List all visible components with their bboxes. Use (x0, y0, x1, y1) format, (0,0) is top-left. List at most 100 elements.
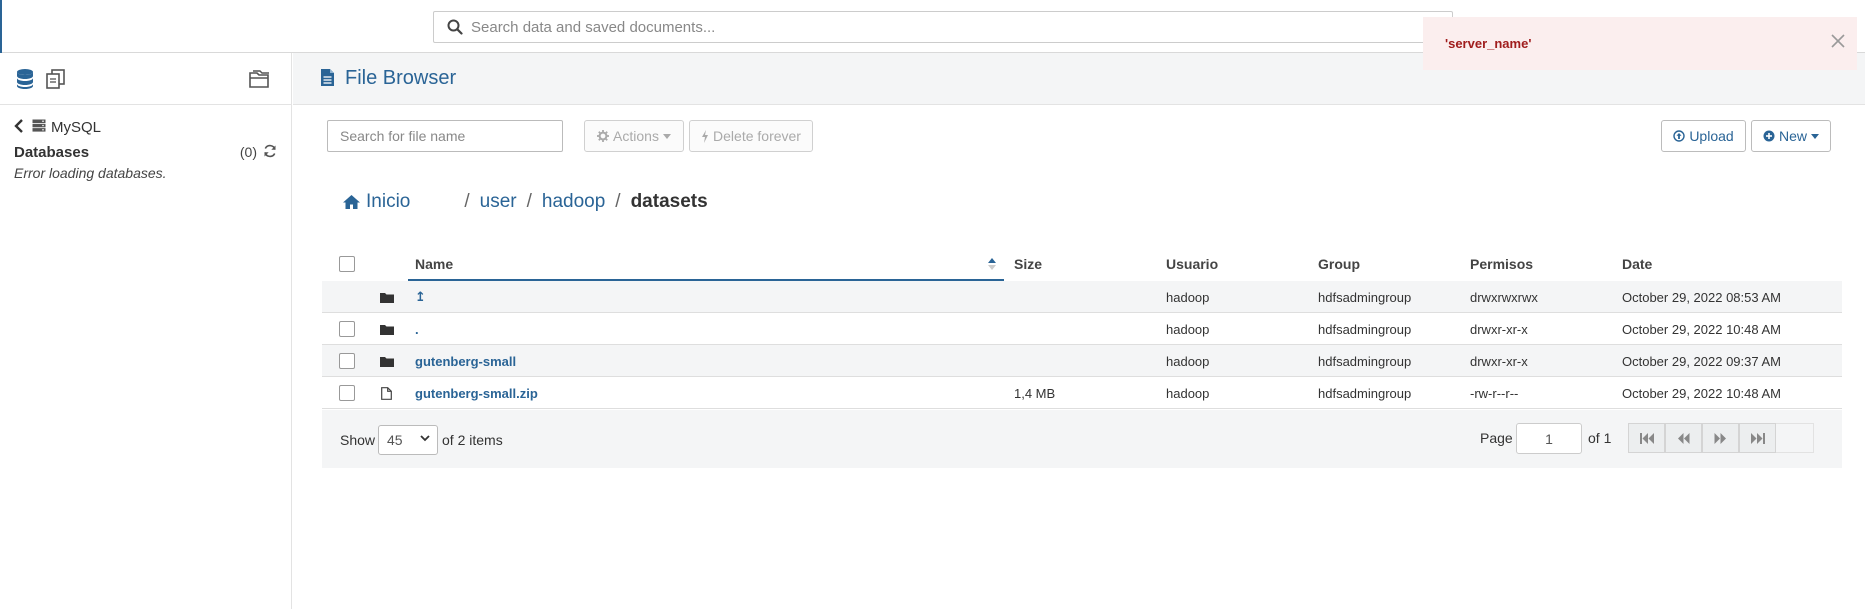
row-user: hadoop (1166, 289, 1210, 305)
row-date: October 29, 2022 08:53 AM (1622, 289, 1781, 305)
select-all-checkbox[interactable] (339, 248, 355, 280)
breadcrumb-home-link[interactable]: Inicio (343, 191, 410, 213)
total-pages: of 1 (1588, 430, 1612, 446)
database-icon[interactable] (13, 67, 37, 91)
table-footer: Show 45 of 2 items Page 1 of 1 (322, 410, 1842, 468)
back-to-mysql-link[interactable]: MySQL (14, 115, 277, 139)
row-group: hdfsadmingroup (1318, 385, 1412, 401)
row-user: hadoop (1166, 321, 1210, 337)
delete-forever-button[interactable]: Delete forever (689, 120, 813, 152)
row-date: October 29, 2022 09:37 AM (1622, 353, 1781, 369)
row-group: hdfsadmingroup (1318, 289, 1412, 305)
breadcrumb-separator: / (464, 191, 470, 212)
breadcrumb-separator: / (615, 191, 621, 212)
close-icon[interactable] (1827, 30, 1849, 52)
first-page-button[interactable] (1628, 423, 1665, 453)
upload-label: Upload (1689, 128, 1734, 144)
error-toast: 'server_name' (1423, 17, 1857, 70)
row-checkbox[interactable] (339, 345, 355, 377)
sort-ascending-icon[interactable] (988, 248, 996, 280)
page-label: Page (1480, 430, 1513, 446)
databases-count-area: (0) (240, 144, 277, 161)
chevron-left-icon (14, 118, 24, 136)
column-header-date[interactable]: Date (1622, 248, 1652, 280)
column-header-user[interactable]: Usuario (1166, 248, 1218, 280)
row-permissions: drwxr-xr-x (1470, 353, 1528, 369)
row-name[interactable]: gutenberg-small (415, 345, 516, 377)
actions-label: Actions (613, 128, 659, 144)
global-search-input[interactable]: Search data and saved documents... (433, 11, 1453, 43)
table-row[interactable]: gutenberg-small hadoop hdfsadmingroup dr… (322, 345, 1842, 377)
delete-forever-label: Delete forever (713, 128, 801, 144)
column-header-name[interactable]: Name (415, 248, 453, 280)
breadcrumb-hadoop-link[interactable]: hadoop (542, 191, 605, 213)
breadcrumb-current: datasets (630, 191, 708, 212)
server-icon (32, 119, 46, 136)
file-icon (381, 377, 392, 409)
actions-dropdown-button[interactable]: Actions (584, 120, 684, 152)
document-icon (320, 68, 335, 90)
back-label: MySQL (51, 118, 102, 136)
page-number-value: 1 (1545, 430, 1553, 447)
plus-circle-icon (1763, 130, 1775, 142)
row-group: hdfsadmingroup (1318, 321, 1412, 337)
documents-icon[interactable] (44, 67, 68, 91)
row-user: hadoop (1166, 385, 1210, 401)
last-page-icon (1750, 432, 1765, 444)
row-name[interactable]: . (415, 313, 419, 345)
file-name-search-input[interactable]: Search for file name (327, 120, 563, 152)
row-checkbox[interactable] (339, 313, 355, 345)
search-icon (447, 19, 463, 35)
row-checkbox[interactable] (339, 377, 355, 409)
row-size: 1,4 MB (1014, 385, 1056, 401)
row-date: October 29, 2022 10:48 AM (1622, 385, 1781, 401)
file-search-placeholder: Search for file name (340, 128, 466, 144)
show-label: Show (340, 432, 376, 448)
upload-button[interactable]: Upload (1661, 120, 1746, 152)
checkbox-box (339, 353, 355, 369)
next-page-button[interactable] (1702, 423, 1739, 453)
table-row[interactable]: ↥ hadoop hdfsadmingroup drwxrwxrwx Octob… (322, 281, 1842, 313)
bolt-icon (701, 129, 709, 143)
table-row[interactable]: gutenberg-small.zip 1,4 MB hadoop hdfsad… (322, 377, 1842, 409)
checkbox-box (339, 385, 355, 401)
left-sidebar: MySQL Databases (0) Error loading databa… (0, 53, 292, 609)
upload-icon (1673, 130, 1686, 142)
file-toolbar: Search for file name Actions Delete fore… (327, 120, 1852, 152)
previous-page-button[interactable] (1665, 423, 1702, 453)
previous-page-icon (1677, 432, 1690, 444)
items-count: of 2 items (442, 432, 503, 448)
breadcrumb-user-link[interactable]: user (480, 191, 517, 213)
checkbox-box (339, 321, 355, 337)
column-header-size[interactable]: Size (1014, 248, 1042, 280)
chevron-down-icon (420, 435, 430, 442)
next-page-icon (1714, 432, 1727, 444)
breadcrumb-home-label: Inicio (366, 191, 411, 212)
row-name[interactable]: gutenberg-small.zip (415, 377, 538, 409)
column-header-permissions[interactable]: Permisos (1470, 248, 1533, 280)
breadcrumb-separator: / (526, 191, 532, 212)
page-number-input[interactable]: 1 (1516, 423, 1582, 454)
last-page-button[interactable] (1739, 423, 1776, 453)
table-row[interactable]: . hadoop hdfsadmingroup drwxr-xr-x Octob… (322, 313, 1842, 345)
databases-header: Databases (0) (14, 141, 277, 163)
table-header-row: Name Size Usuario Group Permisos Date (322, 248, 1842, 281)
folder-open-icon[interactable] (248, 67, 272, 91)
row-permissions: -rw-r--r-- (1470, 385, 1519, 401)
pager-spacer (1776, 423, 1814, 453)
databases-title: Databases (14, 143, 90, 161)
first-page-icon (1639, 432, 1654, 444)
new-label: New (1778, 128, 1807, 144)
caret-down-icon (1811, 133, 1819, 139)
new-dropdown-button[interactable]: New (1751, 120, 1831, 152)
row-name[interactable]: ↥ (415, 281, 426, 313)
page-size-select[interactable]: 45 (378, 425, 438, 455)
column-header-group[interactable]: Group (1318, 248, 1360, 280)
row-group: hdfsadmingroup (1318, 353, 1412, 369)
refresh-icon[interactable] (263, 144, 277, 161)
row-permissions: drwxr-xr-x (1470, 321, 1528, 337)
home-icon (343, 195, 360, 209)
caret-down-icon (662, 133, 671, 139)
sidebar-navigation: MySQL Databases (0) Error loading databa… (0, 105, 291, 191)
breadcrumb: Inicio / user / hadoop / datasets (343, 188, 708, 216)
